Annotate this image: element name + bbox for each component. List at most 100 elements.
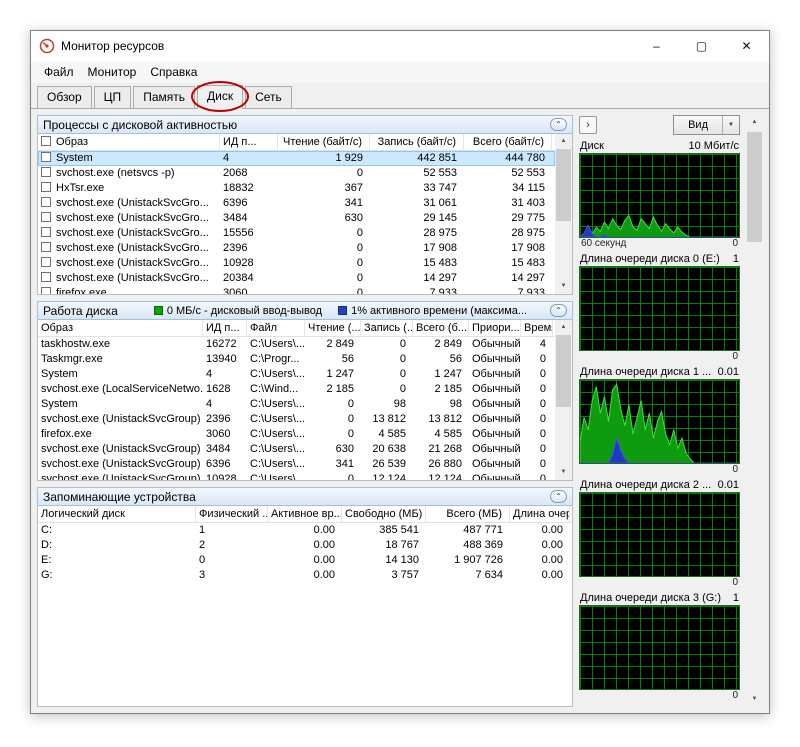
title-bar[interactable]: Монитор ресурсов – ▢ ✕: [31, 31, 769, 61]
table-row[interactable]: taskhostw.exe 16272 C:\Users\... 2 849 0 2 84…: [38, 337, 555, 352]
table-row[interactable]: System 4 C:\Users\... 1 247 0 1 247 Обычный 0: [38, 367, 555, 382]
menu-monitor[interactable]: Монитор: [81, 63, 144, 81]
close-button[interactable]: ✕: [724, 31, 769, 61]
collapse-chevron-icon[interactable]: ⌃: [550, 490, 567, 503]
row-checkbox[interactable]: [41, 287, 51, 294]
table-row[interactable]: svchost.exe (UnistackSvcGro... 3484 630 29 …: [38, 211, 555, 226]
scrollbar-thumb[interactable]: [556, 149, 571, 221]
processes-scrollbar[interactable]: ▲ ▼: [555, 134, 572, 294]
disk-activity-table[interactable]: Образ ИД п... Файл Чтение (... Запись (... Вс…: [38, 320, 555, 480]
row-checkbox[interactable]: [41, 167, 51, 177]
table-row[interactable]: svchost.exe (UnistackSvcGroup) 2396 C:\Use…: [38, 412, 555, 427]
cell: 20384: [223, 272, 254, 284]
cell: 3 757: [391, 569, 419, 581]
column-header[interactable]: ИД п...: [203, 320, 247, 336]
column-header[interactable]: Физический ...: [196, 506, 268, 522]
storage-table[interactable]: Логический диск Физический ... Активное вр…: [38, 506, 572, 706]
row-checkbox[interactable]: [41, 242, 51, 252]
table-row[interactable]: svchost.exe (UnistackSvcGroup) 10928 C:\Us…: [38, 472, 555, 480]
table-row[interactable]: G: 3 0.00 3 757 7 634 0.00: [38, 568, 572, 583]
table-row[interactable]: C: 1 0.00 385 541 487 771 0.00: [38, 523, 572, 538]
table-row[interactable]: svchost.exe (UnistackSvcGroup) 3484 C:\Use…: [38, 442, 555, 457]
cell: svchost.exe (UnistackSvcGroup): [41, 458, 201, 470]
scroll-down-icon[interactable]: ▼: [555, 465, 572, 480]
column-header[interactable]: Всего (б...: [413, 320, 469, 336]
table-row[interactable]: firefox.exe 3060 0 7 933 7 933: [38, 286, 555, 294]
collapse-graphs-button[interactable]: ›: [579, 116, 597, 134]
scroll-down-icon[interactable]: ▼: [555, 279, 572, 294]
tab-memory[interactable]: Память: [133, 86, 195, 108]
table-row[interactable]: Taskmgr.exe 13940 C:\Progr... 56 0 56 Обычный 0: [38, 352, 555, 367]
table-row[interactable]: svchost.exe (netsvcs -p) 2068 0 52 553 52 55…: [38, 166, 555, 181]
tab-cpu[interactable]: ЦП: [93, 86, 132, 108]
collapse-chevron-icon[interactable]: ⌃: [550, 304, 567, 317]
column-header[interactable]: Всего (байт/с): [464, 134, 552, 150]
table-row[interactable]: svchost.exe (UnistackSvcGroup) 6396 C:\Use…: [38, 457, 555, 472]
collapse-chevron-icon[interactable]: ⌃: [550, 118, 567, 131]
maximize-button[interactable]: ▢: [679, 31, 724, 61]
section-header-processes[interactable]: Процессы с дисковой активностью ⌃: [37, 115, 573, 134]
tab-disk[interactable]: Диск: [190, 81, 250, 112]
cell: 1 247: [434, 368, 462, 380]
row-checkbox[interactable]: [41, 152, 51, 162]
column-header[interactable]: Свободно (МБ): [342, 506, 426, 522]
column-header[interactable]: Файл: [247, 320, 305, 336]
column-header[interactable]: Время о...: [521, 320, 553, 336]
column-header[interactable]: Запись (...: [361, 320, 413, 336]
menu-help[interactable]: Справка: [143, 63, 204, 81]
row-checkbox[interactable]: [41, 212, 51, 222]
column-header[interactable]: Запись (байт/с): [370, 134, 464, 150]
processes-table[interactable]: Образ ИД п... Чтение (байт/с) Запись (байт/…: [38, 134, 555, 294]
column-header[interactable]: Всего (МБ): [426, 506, 510, 522]
column-header[interactable]: Образ: [38, 134, 220, 150]
scroll-up-icon[interactable]: ▲: [746, 115, 763, 130]
table-row[interactable]: System 4 C:\Users\... 0 98 98 Обычный 0: [38, 397, 555, 412]
scrollbar-track[interactable]: [555, 335, 572, 465]
section-header-disk-activity[interactable]: Работа диска 0 МБ/с - дисковый ввод-выво…: [37, 301, 573, 320]
minimize-button[interactable]: –: [634, 31, 679, 61]
row-checkbox[interactable]: [41, 182, 51, 192]
table-row[interactable]: D: 2 0.00 18 767 488 369 0.00: [38, 538, 572, 553]
table-row[interactable]: svchost.exe (LocalServiceNetwo... 1628 C:\…: [38, 382, 555, 397]
scroll-up-icon[interactable]: ▲: [555, 134, 572, 149]
tab-overview[interactable]: Обзор: [37, 86, 92, 108]
disk-activity-scrollbar[interactable]: ▲ ▼: [555, 320, 572, 480]
scroll-down-icon[interactable]: ▼: [746, 692, 763, 707]
section-header-storage[interactable]: Запоминающие устройства ⌃: [37, 487, 573, 506]
column-header[interactable]: Приори...: [469, 320, 521, 336]
table-row[interactable]: svchost.exe (UnistackSvcGro... 6396 341 31 …: [38, 196, 555, 211]
scrollbar-track[interactable]: [746, 130, 763, 692]
column-header[interactable]: Логический диск: [38, 506, 196, 522]
table-row[interactable]: svchost.exe (UnistackSvcGro... 20384 0 14 2…: [38, 271, 555, 286]
table-row[interactable]: firefox.exe 3060 C:\Users\... 0 4 585 4 585 Об…: [38, 427, 555, 442]
column-header[interactable]: Чтение (байт/с): [278, 134, 370, 150]
table-row[interactable]: svchost.exe (UnistackSvcGro... 15556 0 28 9…: [38, 226, 555, 241]
column-header[interactable]: ИД п...: [220, 134, 278, 150]
cell: 4: [206, 398, 213, 410]
table-row[interactable]: svchost.exe (UnistackSvcGro... 2396 0 17 90…: [38, 241, 555, 256]
row-checkbox[interactable]: [41, 227, 51, 237]
column-header[interactable]: Активное вр...: [268, 506, 342, 522]
window-scrollbar[interactable]: ▲ ▼: [746, 115, 763, 707]
row-checkbox[interactable]: [41, 272, 51, 282]
scrollbar-track[interactable]: [555, 149, 572, 279]
tab-network[interactable]: Сеть: [245, 86, 292, 108]
column-header[interactable]: Чтение (...: [305, 320, 361, 336]
cell: 26 880: [428, 458, 462, 470]
select-all-checkbox[interactable]: [41, 136, 51, 146]
scrollbar-thumb[interactable]: [556, 335, 571, 407]
column-header[interactable]: Образ: [38, 320, 203, 336]
table-row[interactable]: System 4 1 929 442 851 444 780: [38, 151, 555, 166]
scrollbar-thumb[interactable]: [747, 132, 762, 242]
view-dropdown[interactable]: Вид ▼: [673, 115, 740, 135]
chevron-down-icon[interactable]: ▼: [723, 116, 739, 134]
table-row[interactable]: HxTsr.exe 18832 367 33 747 34 115: [38, 181, 555, 196]
scroll-up-icon[interactable]: ▲: [555, 320, 572, 335]
menu-bar: Файл Монитор Справка: [31, 61, 769, 83]
row-checkbox[interactable]: [41, 197, 51, 207]
row-checkbox[interactable]: [41, 257, 51, 267]
table-row[interactable]: svchost.exe (UnistackSvcGro... 10928 0 15 4…: [38, 256, 555, 271]
column-header[interactable]: Длина очере...: [510, 506, 570, 522]
menu-file[interactable]: Файл: [37, 63, 81, 81]
table-row[interactable]: E: 0 0.00 14 130 1 907 726 0.00: [38, 553, 572, 568]
